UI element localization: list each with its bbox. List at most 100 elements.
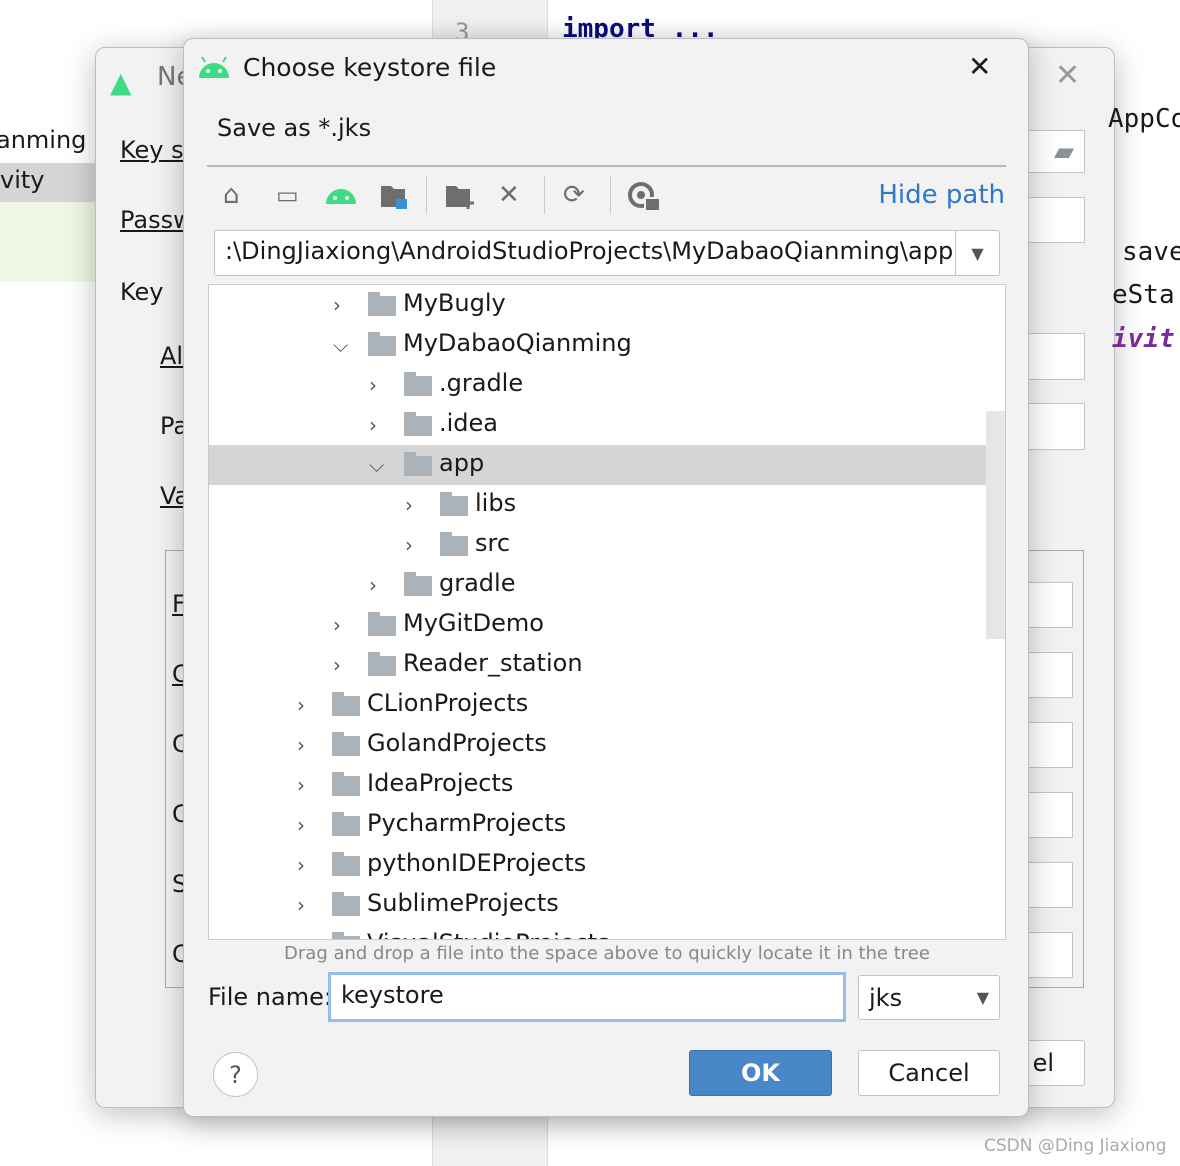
tree-item[interactable]: › gradle [209,565,1005,605]
file-name-label: File name: [208,983,332,1011]
path-input[interactable]: :\DingJiaxiong\AndroidStudioProjects\MyD… [225,237,957,265]
project-item[interactable]: anming [0,126,86,154]
folder-icon [332,812,360,836]
back-close-icon[interactable]: ✕ [1055,58,1080,93]
chevron-right-icon[interactable]: › [369,373,377,397]
key-store-path-label: Key s [120,136,184,164]
key-password-input[interactable] [1020,403,1085,450]
file-name-input[interactable]: keystore [328,972,846,1022]
chevron-down-icon[interactable]: ⌵ [369,453,384,477]
folder-icon [368,612,396,636]
chevron-right-icon[interactable]: › [297,933,305,939]
folder-icon [404,572,432,596]
tree-item-label: Reader_station [403,649,583,677]
chevron-right-icon[interactable]: › [297,813,305,837]
folder-icon [332,732,360,756]
tree-item-label: IdeaProjects [367,769,514,797]
scrollbar[interactable] [986,411,1005,639]
tree-item[interactable]: ⌵ MyDabaoQianming [209,325,1005,365]
dialog-subtitle: Save as *.jks [217,114,372,142]
folder-icon [404,452,432,476]
tree-item[interactable]: › GolandProjects [209,725,1005,765]
drag-drop-hint: Drag and drop a file into the space abov… [284,943,930,964]
tree-item[interactable]: › libs [209,485,1005,525]
chevron-right-icon[interactable]: › [297,693,305,717]
hide-path-link[interactable]: Hide path [878,180,1005,210]
desktop-icon[interactable]: ▭ [276,182,299,208]
tree-item[interactable]: › .idea [209,405,1005,445]
file-type-select[interactable]: jks ▼ [858,975,1000,1020]
tree-item-label: MyGitDemo [403,609,544,637]
chevron-right-icon[interactable]: › [405,533,413,557]
tree-item[interactable]: ⌵ app [209,445,1005,485]
dialog-title: Choose keystore file [243,53,497,82]
refresh-icon[interactable]: ⟳ [563,182,585,208]
code-text: save [1122,237,1180,267]
folder-icon [404,412,432,436]
tree-item[interactable]: › Reader_station [209,645,1005,685]
alias-input[interactable] [1020,333,1085,380]
chevron-right-icon[interactable]: › [405,493,413,517]
tree-item[interactable]: › src [209,525,1005,565]
code-text: eSta [1112,280,1175,310]
code-text: ivit [1112,324,1175,354]
tree-item-label: .gradle [439,369,524,397]
tree-item[interactable]: › .gradle [209,365,1005,405]
file-tree[interactable]: › VisualStudioProjects › SublimeProjects › py… [208,284,1006,940]
android-icon [199,56,229,78]
chevron-right-icon[interactable]: › [297,773,305,797]
tree-item-label: .idea [439,409,499,437]
password-label: Passw [120,206,193,234]
chevron-down-icon: ▼ [976,988,989,1007]
close-icon[interactable]: ✕ [968,50,991,83]
folder-icon [368,292,396,316]
android-project-icon[interactable] [325,186,357,204]
chevron-right-icon[interactable]: › [297,853,305,877]
password-input[interactable] [1020,197,1085,243]
folder-icon [404,372,432,396]
chevron-right-icon[interactable]: › [369,413,377,437]
file-type-value: jks [869,983,903,1012]
tree-item-label: SublimeProjects [367,889,559,917]
home-icon[interactable]: ⌂ [223,182,240,208]
tree-item[interactable]: › SublimeProjects [209,885,1005,925]
key-label: Key [120,278,164,306]
chevron-down-icon[interactable]: ⌵ [333,333,348,357]
folder-icon [332,932,360,939]
folder-icon [368,332,396,356]
chevron-right-icon[interactable]: › [297,893,305,917]
tree-item[interactable]: › pythonIDEProjects [209,845,1005,885]
folder-icon [332,892,360,916]
show-hidden-icon[interactable] [628,182,662,212]
alias-label: Al [160,342,184,370]
tree-item[interactable]: › PycharmProjects [209,805,1005,845]
tree-item-label: MyDabaoQianming [403,329,632,357]
tree-item-label: src [475,529,511,557]
chevron-right-icon[interactable]: › [333,293,341,317]
tree-item[interactable]: › CLionProjects [209,685,1005,725]
chevron-right-icon[interactable]: › [333,653,341,677]
cancel-button[interactable]: Cancel [858,1050,1000,1096]
tree-item-label: CLionProjects [367,689,529,717]
path-combobox[interactable]: :\DingJiaxiong\AndroidStudioProjects\MyD… [214,230,1000,276]
ok-button[interactable]: OK [689,1050,832,1096]
chevron-down-icon[interactable]: ▼ [955,231,999,275]
watermark: CSDN @Ding Jiaxiong [984,1136,1167,1156]
project-item-selected[interactable]: vity [0,166,44,194]
chevron-right-icon[interactable]: › [333,613,341,637]
chevron-right-icon[interactable]: › [297,733,305,757]
tree-item-label: PycharmProjects [367,809,567,837]
tree-item[interactable]: › IdeaProjects [209,765,1005,805]
help-button[interactable]: ? [213,1052,258,1097]
tree-item[interactable]: › VisualStudioProjects [209,925,1005,939]
new-folder-icon[interactable] [446,184,476,210]
tree-item[interactable]: › MyGitDemo [209,605,1005,645]
module-folder-icon[interactable] [381,184,409,210]
delete-icon[interactable]: ✕ [498,182,520,208]
chevron-right-icon[interactable]: › [369,573,377,597]
tree-item[interactable]: › MyBugly [209,285,1005,325]
folder-icon [440,492,468,516]
folder-icon [332,852,360,876]
tree-item-label: MyBugly [403,289,506,317]
browse-folder-button[interactable]: ▰ [1020,130,1085,173]
